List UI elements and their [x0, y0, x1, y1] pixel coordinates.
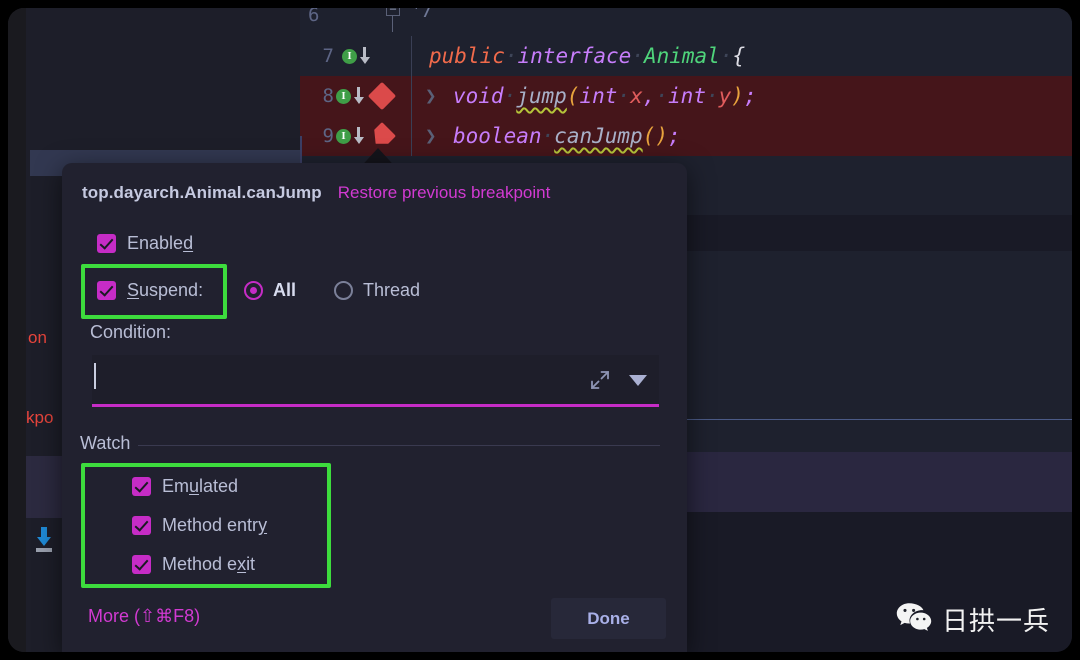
left-activity-strip	[8, 8, 26, 652]
gutter-icons-7[interactable]: I	[342, 36, 371, 76]
watch-method-exit-row[interactable]: Method exit	[132, 554, 255, 575]
fold-stem	[392, 16, 393, 32]
code-line-6-text: */	[410, 8, 436, 20]
token-int-2: int	[668, 84, 706, 108]
watch-method-entry-row[interactable]: Method entry	[132, 515, 267, 536]
chevron-down-icon[interactable]	[629, 375, 647, 386]
line-number-6: 6	[308, 8, 320, 26]
fold-toggle-icon[interactable]: −	[386, 8, 400, 16]
token-semicolon: ;	[667, 124, 681, 148]
implemented-icon[interactable]: I	[336, 128, 351, 144]
wechat-icon	[895, 601, 933, 638]
code-editor[interactable]: 6 − */ 7 I public·interface·Animal·{8 I…	[300, 8, 1072, 181]
expand-icon[interactable]	[589, 369, 611, 391]
breakpoint-diamond-icon[interactable]	[367, 81, 397, 111]
token-animal: Animal	[643, 44, 720, 68]
restore-previous-breakpoint-link[interactable]: Restore previous breakpoint	[338, 183, 551, 203]
code-line-8[interactable]: 8 I ❯ void·jump(int·x,·int·y);	[300, 76, 1072, 116]
token-paren-close: )	[731, 84, 744, 108]
ide-window: on kpo 6 − */ 7 I public·interface·Anima…	[8, 8, 1072, 652]
breakpoint-title: top.dayarch.Animal.canJump	[82, 183, 322, 202]
watch-emulated-row[interactable]: Emulated	[132, 476, 238, 497]
line-number-7: 7	[322, 45, 334, 67]
emulated-label: Emulated	[162, 476, 239, 496]
text-caret	[94, 363, 96, 389]
gutter-separator	[411, 36, 412, 76]
enabled-checkbox-row[interactable]: Enabled	[97, 233, 193, 254]
enabled-label: Enabled	[127, 233, 194, 253]
left-fragment-on: on	[28, 328, 47, 347]
token-y: y	[718, 84, 732, 108]
implemented-icon[interactable]: I	[342, 48, 357, 64]
wechat-account-name: 日拱一兵	[941, 607, 1050, 637]
method-exit-label: Method exit	[162, 554, 256, 574]
screenshot-root: on kpo 6 − */ 7 I public·interface·Anima…	[0, 0, 1080, 660]
condition-focus-underline	[92, 404, 659, 407]
fold-glyph: −	[389, 8, 397, 16]
arrow-down-icon[interactable]	[359, 47, 371, 65]
code-line-9[interactable]: 9 I ❯ boolean·canJump();	[300, 116, 1072, 156]
token-void: void	[453, 84, 504, 108]
download-icon[interactable]	[33, 526, 55, 557]
token-canjump: canJump	[554, 124, 643, 148]
suspend-checkbox[interactable]	[97, 281, 116, 300]
token-int-1: int	[579, 84, 618, 108]
token-x: x	[630, 84, 643, 108]
condition-input[interactable]	[92, 355, 659, 407]
token-boolean: boolean	[453, 124, 542, 148]
breakpoint-popup-dialog: top.dayarch.Animal.canJump Restore previ…	[62, 163, 687, 652]
token-semicolon: ;	[743, 84, 757, 108]
code-fold-caret[interactable]: ❯	[413, 125, 453, 147]
arrow-down-icon[interactable]	[353, 87, 365, 105]
dialog-header: top.dayarch.Animal.canJump Restore previ…	[82, 183, 550, 203]
code-line-9-text: boolean·canJump();	[453, 124, 681, 148]
code-line-7[interactable]: 7 I public·interface·Animal·{	[300, 36, 1072, 76]
method-exit-checkbox[interactable]	[132, 555, 151, 574]
code-line-7-text: public·interface·Animal·{	[429, 44, 746, 68]
line-number-9: 9	[322, 125, 334, 147]
left-fragment-kpo: kpo	[26, 408, 54, 427]
code-line-8-text: void·jump(int·x,·int·y);	[453, 84, 757, 108]
condition-label: Condition:	[90, 322, 172, 342]
implemented-icon[interactable]: I	[336, 88, 351, 104]
token-comma: ,	[642, 84, 656, 108]
token-paren-open: ()	[642, 124, 668, 148]
enabled-checkbox[interactable]	[97, 234, 116, 253]
wechat-watermark: 日拱一兵	[895, 601, 1050, 638]
gutter-line-8[interactable]: 8 I	[300, 76, 413, 116]
code-fold-caret[interactable]: ❯	[413, 85, 453, 107]
breakpoint-diamond-icon[interactable]	[368, 122, 396, 150]
suspend-checkbox-row[interactable]: Suspend:	[97, 280, 203, 301]
token-jump: jump	[516, 84, 567, 108]
method-entry-checkbox[interactable]	[132, 516, 151, 535]
gutter-separator	[411, 76, 412, 116]
suspend-label: Suspend:	[127, 280, 204, 300]
method-entry-label: Method entry	[162, 515, 268, 535]
watch-group-divider	[80, 445, 660, 446]
arrow-down-icon[interactable]	[353, 127, 365, 145]
line-number-8: 8	[322, 85, 334, 107]
suspend-option-thread[interactable]: Thread	[334, 280, 420, 301]
radio-thread[interactable]	[334, 281, 353, 300]
radio-all-label: All	[273, 280, 297, 300]
token-public: public	[429, 44, 505, 68]
gutter-line-7[interactable]: 7 I	[300, 36, 413, 76]
watch-group-label: Watch	[80, 433, 139, 454]
emulated-checkbox[interactable]	[132, 477, 151, 496]
radio-thread-label: Thread	[363, 280, 421, 300]
token-brace: {	[732, 44, 746, 68]
gutter-separator	[411, 116, 412, 156]
token-paren-open: (	[566, 84, 580, 108]
done-button[interactable]: Done	[551, 598, 666, 639]
more-link[interactable]: More (⇧⌘F8)	[88, 606, 200, 627]
radio-all[interactable]	[244, 281, 263, 300]
token-interface: interface	[517, 44, 632, 68]
suspend-option-all[interactable]: All	[244, 280, 296, 301]
gutter-icons-8[interactable]: I	[336, 76, 397, 116]
